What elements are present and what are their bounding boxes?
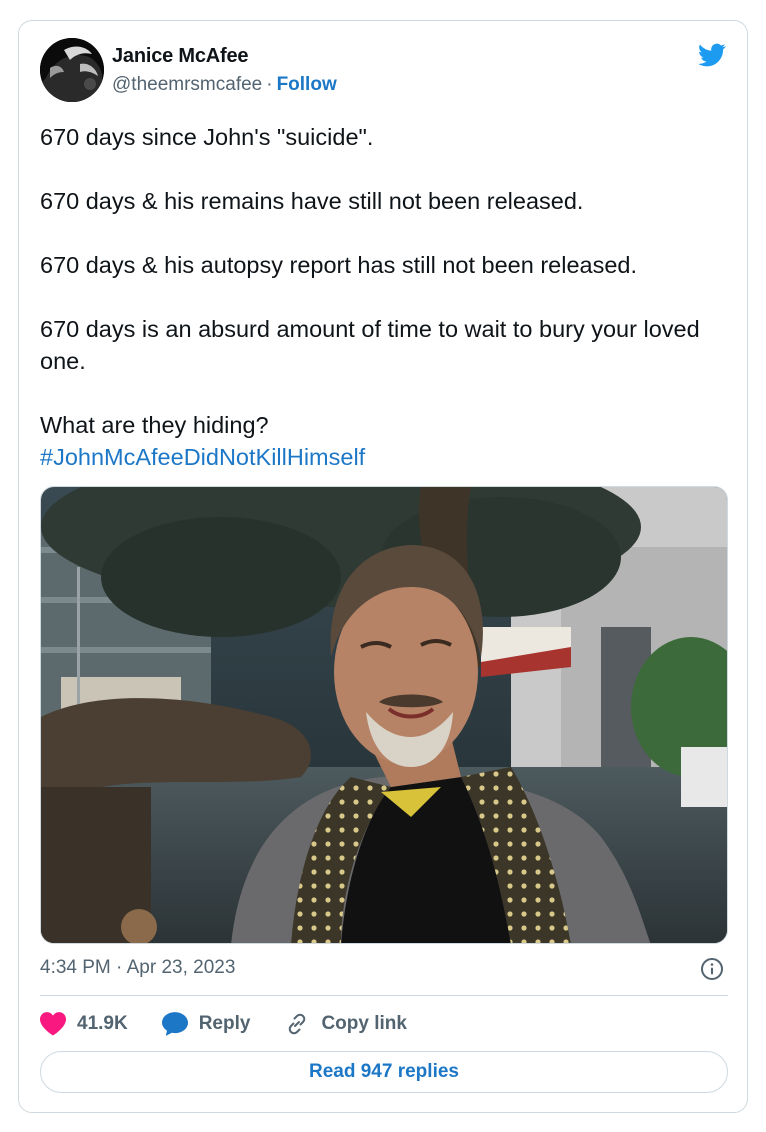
tweet-paragraph: What are they hiding? — [40, 412, 269, 438]
separator-dot: · — [266, 74, 273, 95]
speech-bubble-icon — [161, 1012, 188, 1036]
copy-link-label: Copy link — [321, 1013, 407, 1034]
author-handle-line: @theemrsmcafee · Follow — [112, 74, 337, 96]
avatar[interactable] — [40, 38, 104, 102]
tweet-text: 670 days since John's "suicide". 670 day… — [40, 121, 730, 473]
tweet-paragraph: 670 days & his remains have still not be… — [40, 188, 584, 214]
tweet-card: Janice McAfee @theemrsmcafee · Follow 670 … — [18, 20, 748, 1113]
tweet-paragraph: 670 days & his autopsy report has still … — [40, 252, 638, 278]
like-count: 41.9K — [77, 1013, 128, 1034]
like-button[interactable]: 41.9K — [40, 1012, 128, 1036]
reply-button[interactable]: Reply — [161, 1012, 251, 1036]
twitter-bird-icon[interactable] — [696, 41, 728, 69]
photo-image — [41, 487, 727, 943]
tweet-paragraph: 670 days since John's "suicide". — [40, 124, 374, 150]
follow-button[interactable]: Follow — [277, 74, 337, 95]
tweet-paragraph: 670 days is an absurd amount of time to … — [40, 316, 700, 374]
author-handle[interactable]: @theemrsmcafee — [112, 74, 262, 95]
tweet-actions: 41.9K Reply Copy link — [40, 1009, 441, 1039]
tweet-timestamp[interactable]: 4:34 PM · Apr 23, 2023 — [40, 957, 235, 979]
info-icon[interactable] — [700, 957, 724, 981]
tweet-photo[interactable] — [40, 486, 728, 944]
divider — [40, 995, 728, 996]
reply-label: Reply — [198, 1013, 251, 1034]
copy-link-button[interactable]: Copy link — [284, 1012, 407, 1036]
read-replies-button[interactable]: Read 947 replies — [40, 1051, 728, 1093]
author-name[interactable]: Janice McAfee — [112, 45, 249, 68]
avatar-image — [40, 38, 104, 102]
heart-icon — [40, 1012, 66, 1036]
link-icon — [289, 1013, 306, 1035]
hashtag-link[interactable]: #JohnMcAfeeDidNotKillHimself — [40, 441, 730, 473]
